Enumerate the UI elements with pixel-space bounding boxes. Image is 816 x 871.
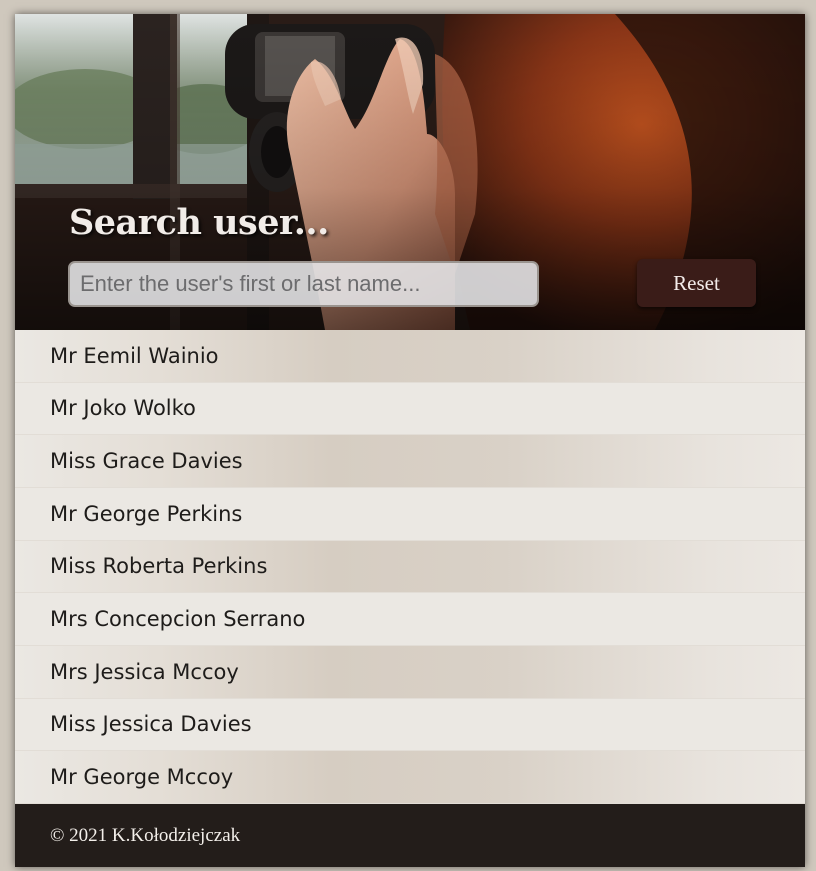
copyright-text: © 2021 K.Kołodziejczak [50, 824, 241, 846]
user-list-item[interactable]: Mr Eemil Wainio [15, 330, 805, 383]
user-list-item[interactable]: Miss Roberta Perkins [15, 540, 805, 594]
user-list-item[interactable]: Miss Grace Davies [15, 435, 805, 488]
page-title: Search user... [69, 202, 329, 243]
app-container: Search user... Reset Mr Eemil Wainio Mr … [15, 14, 805, 867]
user-list-item[interactable]: Mrs Concepcion Serrano [15, 593, 805, 646]
user-list-item[interactable]: Miss Jessica Davies [15, 698, 805, 752]
user-list-item[interactable]: Mr George Mccoy [15, 751, 805, 804]
footer: © 2021 K.Kołodziejczak [15, 804, 805, 867]
user-list: Mr Eemil Wainio Mr Joko Wolko Miss Grace… [15, 330, 805, 804]
user-list-item[interactable]: Mrs Jessica Mccoy [15, 645, 805, 699]
user-list-item[interactable]: Mr George Perkins [15, 487, 805, 541]
search-input[interactable] [68, 261, 539, 307]
search-header: Search user... Reset [15, 14, 805, 330]
user-list-item[interactable]: Mr Joko Wolko [15, 382, 805, 436]
reset-button[interactable]: Reset [637, 259, 756, 307]
